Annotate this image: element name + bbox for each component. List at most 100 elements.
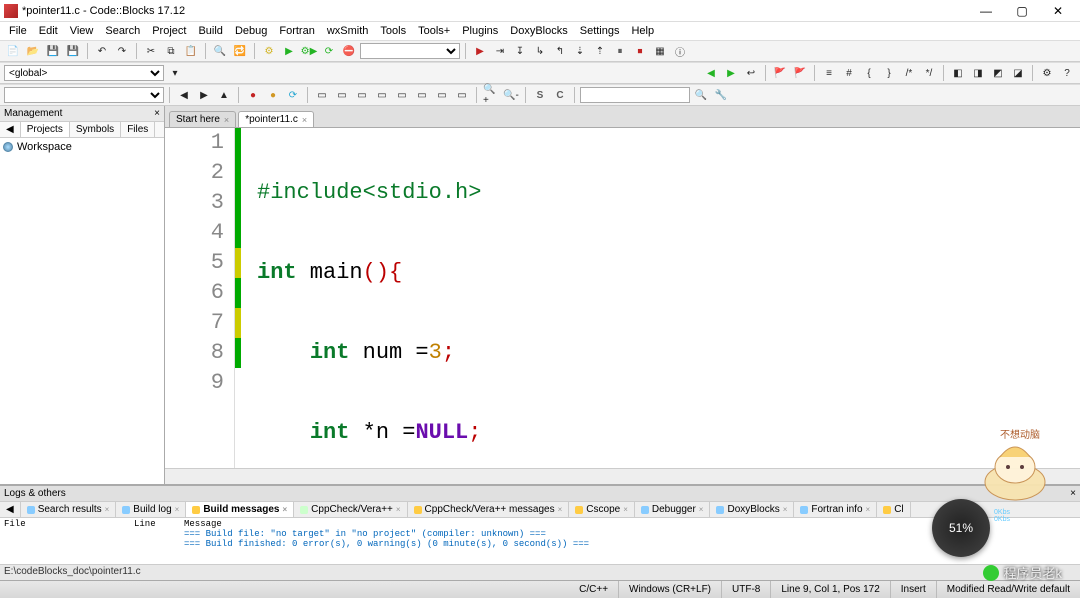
tab-debugger[interactable]: Debugger× [635, 502, 711, 517]
tab-fortran-info[interactable]: Fortran info× [794, 502, 877, 517]
nav-up-icon[interactable]: ▲ [216, 87, 232, 103]
close-button[interactable]: ✕ [1046, 4, 1070, 18]
menu-tools[interactable]: Tools [375, 24, 411, 38]
redo-icon[interactable]: ↷ [114, 43, 130, 59]
build-run-icon[interactable]: ⚙▶ [301, 43, 317, 59]
tab-doxyblocks[interactable]: DoxyBlocks× [710, 502, 794, 517]
tab-cppcheck[interactable]: CppCheck/Vera++× [294, 502, 407, 517]
menu-file[interactable]: File [4, 24, 32, 38]
sel2-icon[interactable]: ▭ [334, 87, 350, 103]
c-button[interactable]: C [552, 87, 568, 103]
tab-start-here[interactable]: Start here × [169, 111, 236, 127]
horizontal-scrollbar[interactable] [165, 468, 1080, 484]
new-file-icon[interactable]: 📄 [5, 43, 21, 59]
logs-close-icon[interactable]: × [1070, 488, 1076, 499]
back-icon[interactable]: ◀ [703, 65, 719, 81]
bookmark-next-icon[interactable]: 🚩 [792, 65, 808, 81]
tab-cl[interactable]: Cl [877, 502, 910, 517]
next-line-icon[interactable]: ↧ [512, 43, 528, 59]
uncomment-icon[interactable]: */ [921, 65, 937, 81]
doxy4-icon[interactable]: ◪ [1010, 65, 1026, 81]
minimize-button[interactable]: — [974, 4, 998, 18]
nav-back-icon[interactable]: ◀ [176, 87, 192, 103]
sel6-icon[interactable]: ▭ [414, 87, 430, 103]
paste-icon[interactable]: 📋 [183, 43, 199, 59]
find-icon[interactable]: 🔍 [212, 43, 228, 59]
run-icon[interactable]: ▶ [281, 43, 297, 59]
tab-symbols[interactable]: Symbols [70, 122, 121, 137]
sel3-icon[interactable]: ▭ [354, 87, 370, 103]
tab-build-messages[interactable]: Build messages× [186, 502, 294, 517]
doxy2-icon[interactable]: ◨ [970, 65, 986, 81]
cut-icon[interactable]: ✂ [143, 43, 159, 59]
marker2-icon[interactable]: ● [265, 87, 281, 103]
menu-edit[interactable]: Edit [34, 24, 63, 38]
refresh-icon[interactable]: ⟳ [285, 87, 301, 103]
block-start-icon[interactable]: { [861, 65, 877, 81]
break-icon[interactable]: ⏸ [612, 43, 628, 59]
menu-search[interactable]: Search [100, 24, 145, 38]
tab-arrow-left[interactable]: ◀ [0, 122, 21, 137]
doxy3-icon[interactable]: ◩ [990, 65, 1006, 81]
save-icon[interactable]: 💾 [45, 43, 61, 59]
next-instr-icon[interactable]: ⇣ [572, 43, 588, 59]
bookmark-prev-icon[interactable]: 🚩 [772, 65, 788, 81]
open-icon[interactable]: 📂 [25, 43, 41, 59]
tab-projects[interactable]: Projects [21, 122, 70, 137]
close-icon[interactable]: × [224, 115, 229, 125]
menu-build[interactable]: Build [193, 24, 227, 38]
abort-icon[interactable]: ⛔ [341, 43, 357, 59]
sel8-icon[interactable]: ▭ [454, 87, 470, 103]
maximize-button[interactable]: ▢ [1010, 4, 1034, 18]
help-icon[interactable]: ? [1059, 65, 1075, 81]
menu-fortran[interactable]: Fortran [274, 24, 319, 38]
search-go-icon[interactable]: 🔍 [693, 87, 709, 103]
diff-icon[interactable]: ≡ [821, 65, 837, 81]
run-to-cursor-icon[interactable]: ⇥ [492, 43, 508, 59]
sel7-icon[interactable]: ▭ [434, 87, 450, 103]
sel1-icon[interactable]: ▭ [314, 87, 330, 103]
workspace-item[interactable]: Workspace [3, 141, 161, 153]
undo-icon[interactable]: ↶ [94, 43, 110, 59]
close-icon[interactable]: × [302, 115, 307, 125]
search-opt-icon[interactable]: 🔧 [713, 87, 729, 103]
step-instr-icon[interactable]: ⇡ [592, 43, 608, 59]
tab-build-log[interactable]: Build log× [116, 502, 186, 517]
info-icon[interactable]: ⓘ [672, 43, 688, 59]
menu-view[interactable]: View [65, 24, 99, 38]
tab-files[interactable]: Files [121, 122, 155, 137]
code-area[interactable]: #include<stdio.h> int main(){ int num =3… [241, 128, 1080, 468]
step-out-icon[interactable]: ↰ [552, 43, 568, 59]
menu-wxsmith[interactable]: wxSmith [322, 24, 374, 38]
comment-icon[interactable]: /* [901, 65, 917, 81]
copy-icon[interactable]: ⧉ [163, 43, 179, 59]
last-jump-icon[interactable]: ↩ [743, 65, 759, 81]
save-all-icon[interactable]: 💾 [65, 43, 81, 59]
nav-fwd-icon[interactable]: ▶ [196, 87, 212, 103]
replace-icon[interactable]: 🔁 [232, 43, 248, 59]
symbol-select[interactable] [4, 87, 164, 103]
log-body[interactable]: File Line Message === Build file: "no ta… [0, 518, 1080, 564]
menu-doxyblocks[interactable]: DoxyBlocks [505, 24, 572, 38]
s-button[interactable]: S [532, 87, 548, 103]
build-target-select[interactable] [360, 43, 460, 59]
fwd-icon[interactable]: ▶ [723, 65, 739, 81]
scope-select[interactable]: <global> [4, 65, 164, 81]
step-into-icon[interactable]: ↳ [532, 43, 548, 59]
menu-project[interactable]: Project [147, 24, 191, 38]
tab-cscope[interactable]: Cscope× [569, 502, 635, 517]
zoom-out-icon[interactable]: 🔍- [503, 87, 519, 103]
sel5-icon[interactable]: ▭ [394, 87, 410, 103]
management-close-icon[interactable]: × [154, 108, 160, 119]
zoom-in-icon[interactable]: 🔍+ [483, 87, 499, 103]
menu-help[interactable]: Help [626, 24, 659, 38]
menu-settings[interactable]: Settings [575, 24, 625, 38]
stop-debug-icon[interactable]: ⏹ [632, 43, 648, 59]
menu-debug[interactable]: Debug [230, 24, 272, 38]
logs-arrow-left[interactable]: ◀ [0, 502, 21, 517]
debug-windows-icon[interactable]: ▦ [652, 43, 668, 59]
debug-run-icon[interactable]: ▶ [472, 43, 488, 59]
marker-icon[interactable]: ● [245, 87, 261, 103]
tab-cppcheck-msg[interactable]: CppCheck/Vera++ messages× [408, 502, 570, 517]
scope-dropdown-icon[interactable]: ▾ [167, 65, 183, 81]
